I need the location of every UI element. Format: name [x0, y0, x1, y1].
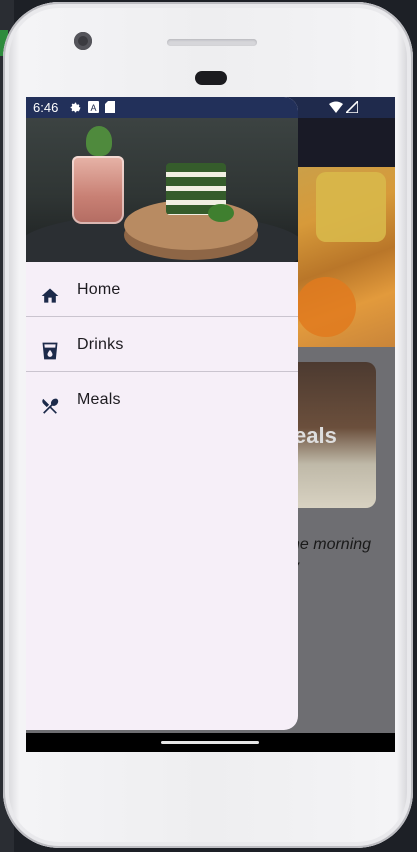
- sd-card-icon: [105, 101, 115, 113]
- menu-item-meals[interactable]: Meals: [26, 372, 298, 426]
- navigation-drawer: 6:46 A Home Drinks Meals: [26, 97, 298, 730]
- status-left-icons: A: [69, 100, 115, 114]
- status-time: 6:46: [33, 100, 59, 115]
- earpiece-speaker: [167, 39, 257, 46]
- proximity-sensor: [195, 71, 227, 85]
- status-right-icons: [329, 101, 358, 113]
- mint-garnish: [86, 126, 112, 156]
- meals-card-label: eals: [294, 423, 337, 448]
- home-gesture-handle[interactable]: [161, 741, 259, 744]
- a-icon: A: [88, 101, 99, 113]
- quote-line-2: y: [291, 556, 395, 578]
- menu-item-label: Drinks: [77, 336, 124, 353]
- menu-item-label: Meals: [77, 391, 121, 408]
- system-navigation-bar: [26, 733, 395, 752]
- home-icon: [41, 288, 59, 303]
- cup-icon: [42, 342, 58, 360]
- basil-leaf: [208, 204, 234, 222]
- front-camera: [74, 32, 92, 50]
- settings-icon: [70, 102, 81, 112]
- drink-glass: [72, 156, 124, 224]
- menu-item-home[interactable]: Home: [26, 262, 298, 316]
- wifi-icon: [329, 101, 343, 113]
- corn-image: [316, 172, 386, 242]
- quote-line-1: he morning: [291, 536, 372, 553]
- drawer-status-bar: [26, 97, 298, 118]
- svg-text:A: A: [90, 103, 96, 113]
- drawer-header-image: [26, 118, 298, 262]
- menu-item-label: Home: [77, 281, 121, 298]
- utensils-icon: [42, 398, 59, 414]
- menu-item-drinks[interactable]: Drinks: [26, 317, 298, 371]
- phone-frame: eals he morning y 6:46 A: [3, 2, 413, 848]
- device-screen: eals he morning y 6:46 A: [26, 97, 395, 752]
- orange-image: [296, 277, 356, 337]
- quote-text: he morning y: [291, 534, 395, 578]
- signal-icon: [346, 101, 358, 113]
- drawer-menu: Home Drinks Meals: [26, 262, 298, 426]
